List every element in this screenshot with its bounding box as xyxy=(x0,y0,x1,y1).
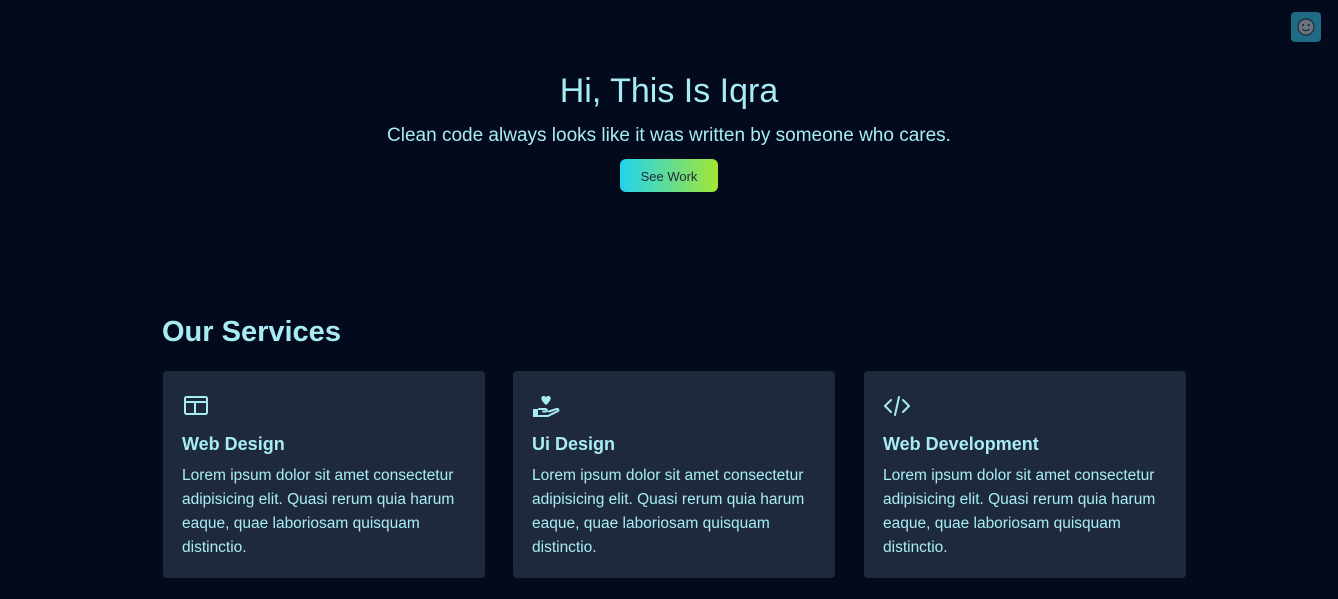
theme-toggle-button[interactable] xyxy=(1291,12,1321,42)
hero-section: Hi, This Is Iqra Clean code always looks… xyxy=(0,70,1338,192)
see-work-button[interactable]: See Work xyxy=(620,159,718,192)
code-icon xyxy=(884,396,910,416)
hand-heart-icon xyxy=(533,395,560,417)
service-card-text: Lorem ipsum dolor sit amet consectetur a… xyxy=(532,467,805,556)
service-card-web-design: Web Design Lorem ipsum dolor sit amet co… xyxy=(163,371,485,578)
service-card-ui-design: Ui Design Lorem ipsum dolor sit amet con… xyxy=(513,371,835,578)
browser-window-icon xyxy=(184,396,208,415)
service-card-title: Web Development xyxy=(883,434,1039,454)
hero-title: Hi, This Is Iqra xyxy=(559,72,779,110)
smiley-face-icon xyxy=(1297,18,1315,36)
service-card-title: Ui Design xyxy=(532,434,616,454)
services-title: Our Services xyxy=(162,316,341,348)
service-card-web-development: Web Development Lorem ipsum dolor sit am… xyxy=(864,371,1186,578)
service-card-title: Web Design xyxy=(182,434,285,454)
hero-subtitle: Clean code always looks like it was writ… xyxy=(387,125,951,146)
service-card-text: Lorem ipsum dolor sit amet consectetur a… xyxy=(883,467,1156,556)
service-card-text: Lorem ipsum dolor sit amet consectetur a… xyxy=(182,467,455,556)
